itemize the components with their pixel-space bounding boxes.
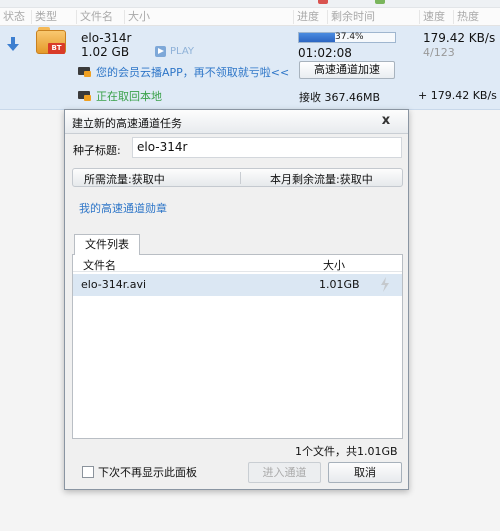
file-row[interactable]: elo-314r.avi 1.01GB	[73, 274, 402, 296]
file-summary: 1个文件，共1.01GB	[295, 445, 398, 458]
dont-show-checkbox[interactable]	[82, 466, 94, 478]
needed-flow: 所需流量:获取中	[84, 173, 165, 186]
bt-badge: BT	[48, 43, 65, 54]
play-icon	[155, 46, 166, 57]
task-name: elo-314r	[81, 31, 132, 45]
vip-screen-icon	[78, 66, 92, 78]
progress-bar: 37.4%	[298, 32, 396, 43]
tab-file-list[interactable]: 文件列表	[74, 234, 140, 255]
toolbar-icon-green[interactable]	[375, 0, 385, 4]
play-label: PLAY	[170, 46, 195, 57]
col-size[interactable]: 大小	[124, 10, 150, 24]
enter-channel-button[interactable]: 进入通道	[248, 462, 321, 483]
medal-link[interactable]: 我的高速通道勋章	[79, 200, 167, 216]
promo-text: 您的会员云播APP，再不领取就亏啦<<	[96, 66, 290, 79]
progress-percent: 37.4%	[335, 32, 364, 42]
dialog-titlebar[interactable]: 建立新的高速通道任务 x	[65, 110, 408, 134]
file-list-header: 文件名 大小	[73, 255, 402, 272]
dont-show-label: 下次不再显示此面板	[98, 466, 197, 479]
toolbar-sliver	[0, 0, 500, 8]
close-icon[interactable]: x	[379, 113, 393, 129]
file-header-name[interactable]: 文件名	[83, 257, 116, 273]
monthly-flow: 本月剩余流量:获取中	[270, 173, 373, 186]
quota-divider	[240, 172, 241, 184]
col-speed[interactable]: 速度	[419, 10, 445, 24]
status-line: 正在取回本地	[78, 88, 162, 104]
task-size: 1.02 GB	[81, 45, 130, 59]
task-peers: 4/123	[423, 46, 455, 59]
col-filename[interactable]: 文件名	[76, 10, 113, 24]
file-name: elo-314r.avi	[81, 278, 147, 291]
seed-title-field[interactable]: elo-314r	[132, 137, 402, 158]
lightning-icon	[381, 277, 389, 292]
seed-title-label: 种子标题:	[73, 144, 121, 157]
play-button[interactable]: PLAY	[155, 45, 194, 58]
col-remaining[interactable]: 剩余时间	[327, 10, 375, 24]
toolbar-icon-red[interactable]	[318, 0, 328, 4]
file-size: 1.01GB	[319, 278, 360, 291]
promo-link[interactable]: 您的会员云播APP，再不领取就亏啦<<	[78, 64, 289, 80]
quota-bar: 所需流量:获取中 本月剩余流量:获取中	[72, 168, 403, 187]
col-progress[interactable]: 进度	[293, 10, 319, 24]
col-type[interactable]: 类型	[31, 10, 57, 24]
total-speed: + 179.42 KB/s	[418, 89, 497, 102]
download-arrow-icon	[7, 37, 19, 51]
file-header-size[interactable]: 大小	[323, 257, 345, 273]
file-list-panel: 文件名 大小 elo-314r.avi 1.01GB	[72, 254, 403, 439]
task-row[interactable]: BT elo-314r 1.02 GB PLAY 您的会员云播APP，再不领取就…	[0, 26, 500, 110]
elapsed-time: 01:02:08	[298, 46, 352, 60]
status-screen-icon	[78, 90, 92, 102]
bt-folder-icon: BT	[36, 27, 66, 58]
column-header: 状态 类型 文件名 大小 进度 剩余时间 速度 热度	[0, 8, 500, 26]
task-speed: 179.42 KB/s	[423, 31, 496, 45]
col-status[interactable]: 状态	[0, 10, 25, 24]
status-text: 正在取回本地	[96, 90, 162, 103]
dialog-title: 建立新的高速通道任务	[72, 117, 182, 130]
received-amount: 接收 367.46MB	[299, 91, 381, 104]
cancel-button[interactable]: 取消	[328, 462, 402, 483]
high-speed-channel-dialog: 建立新的高速通道任务 x 种子标题: elo-314r 所需流量:获取中 本月剩…	[64, 109, 409, 490]
col-heat[interactable]: 热度	[453, 10, 479, 24]
dont-show-again[interactable]: 下次不再显示此面板	[82, 464, 197, 480]
progress-fill	[299, 33, 335, 42]
accelerate-button[interactable]: 高速通道加速	[299, 61, 395, 79]
